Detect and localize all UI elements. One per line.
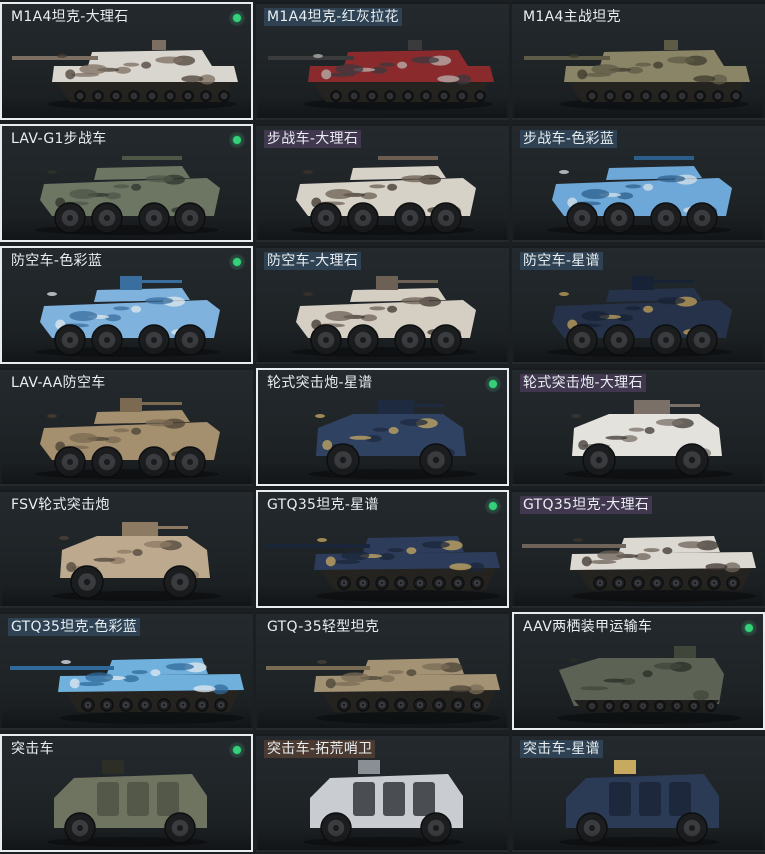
vehicle-skin-name: 步战车-色彩蓝: [520, 130, 618, 148]
vehicle-skin-card[interactable]: M1A4坦克-红灰拉花: [256, 2, 509, 120]
vehicle-skin-name: M1A4主战坦克: [523, 9, 621, 25]
vehicle-skin-grid: M1A4坦克-大理石 M1A4坦克-红灰拉花 M1A4主战坦克 LAV-G1步战…: [0, 0, 765, 854]
vehicle-skin-name: M1A4坦克-红灰拉花: [264, 8, 402, 26]
vehicle-skin-card[interactable]: 防空车-星谱: [512, 246, 765, 364]
vehicle-skin-card[interactable]: GTQ35坦克-色彩蓝: [0, 612, 253, 730]
vehicle-skin-card[interactable]: 轮式突击炮-大理石: [512, 368, 765, 486]
vehicle-skin-card[interactable]: 步战车-大理石: [256, 124, 509, 242]
vehicle-skin-name: 防空车-色彩蓝: [11, 253, 103, 269]
equipped-indicator-icon: [485, 376, 501, 392]
vehicle-skin-name: GTQ35坦克-大理石: [520, 496, 653, 514]
equipped-indicator-icon: [229, 10, 245, 26]
equipped-indicator-icon: [485, 498, 501, 514]
vehicle-skin-card[interactable]: GTQ35坦克-星谱: [256, 490, 509, 608]
vehicle-skin-card[interactable]: FSV轮式突击炮: [0, 490, 253, 608]
vehicle-skin-name: GTQ35坦克-色彩蓝: [8, 618, 141, 636]
vehicle-skin-name: FSV轮式突击炮: [11, 497, 110, 513]
vehicle-skin-name: 轮式突击炮-星谱: [267, 375, 373, 391]
vehicle-skin-name: 防空车-星谱: [520, 252, 603, 270]
vehicle-skin-card[interactable]: 防空车-大理石: [256, 246, 509, 364]
vehicle-skin-card[interactable]: LAV-G1步战车: [0, 124, 253, 242]
vehicle-skin-name: 轮式突击炮-大理石: [520, 374, 646, 392]
vehicle-skin-card[interactable]: GTQ35坦克-大理石: [512, 490, 765, 608]
vehicle-skin-name: 突击车-拓荒哨卫: [264, 740, 376, 758]
equipped-indicator-icon: [229, 132, 245, 148]
vehicle-skin-name: GTQ35坦克-星谱: [267, 497, 379, 513]
vehicle-skin-name: AAV两栖装甲运输车: [523, 619, 653, 635]
vehicle-skin-name: LAV-G1步战车: [11, 131, 107, 147]
vehicle-skin-name: M1A4坦克-大理石: [11, 9, 129, 25]
vehicle-skin-card[interactable]: 突击车-星谱: [512, 734, 765, 852]
vehicle-skin-card[interactable]: M1A4坦克-大理石: [0, 2, 253, 120]
vehicle-skin-card[interactable]: 突击车: [0, 734, 253, 852]
vehicle-skin-name: GTQ-35轻型坦克: [267, 619, 380, 635]
vehicle-skin-card[interactable]: 轮式突击炮-星谱: [256, 368, 509, 486]
vehicle-skin-card[interactable]: M1A4主战坦克: [512, 2, 765, 120]
vehicle-skin-card[interactable]: GTQ-35轻型坦克: [256, 612, 509, 730]
equipped-indicator-icon: [229, 742, 245, 758]
vehicle-skin-name: 步战车-大理石: [264, 130, 362, 148]
equipped-indicator-icon: [741, 620, 757, 636]
vehicle-skin-card[interactable]: AAV两栖装甲运输车: [512, 612, 765, 730]
vehicle-skin-card[interactable]: 步战车-色彩蓝: [512, 124, 765, 242]
equipped-indicator-icon: [229, 254, 245, 270]
vehicle-skin-name: LAV-AA防空车: [11, 375, 106, 391]
vehicle-skin-card[interactable]: 突击车-拓荒哨卫: [256, 734, 509, 852]
vehicle-skin-card[interactable]: LAV-AA防空车: [0, 368, 253, 486]
vehicle-skin-card[interactable]: 防空车-色彩蓝: [0, 246, 253, 364]
vehicle-skin-name: 突击车-星谱: [520, 740, 603, 758]
vehicle-skin-name: 防空车-大理石: [264, 252, 362, 270]
vehicle-skin-name: 突击车: [11, 741, 54, 757]
